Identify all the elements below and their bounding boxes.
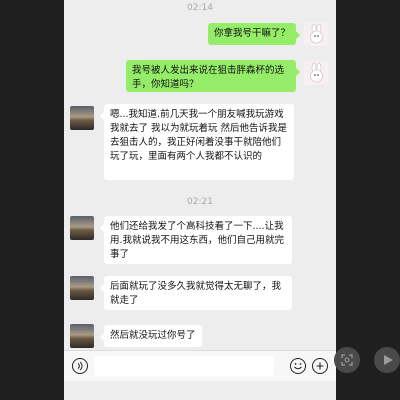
message-row: 后面就玩了没多久我就觉得太无聊了，我就走了 [64,274,336,314]
message-bubble[interactable]: 他们还给我发了个高科技看了一下....让我用.我就说我不用这东西，他们自己用就完… [100,216,292,264]
self-avatar[interactable] [304,22,328,46]
contact-avatar[interactable] [70,216,94,240]
plus-icon[interactable] [312,358,328,374]
self-avatar[interactable] [304,61,328,85]
message-row: 他们还给我发了个高科技看了一下....让我用.我就说我不用这东西，他们自己用就完… [64,214,336,266]
play-icon[interactable] [374,347,400,373]
scan-icon[interactable] [334,347,360,373]
message-row: 你拿我号干嘛了？ [64,20,336,48]
message-bubble[interactable]: 我号被人发出来说在狙击胖森杯的选手，你知道吗？ [126,60,300,92]
contact-avatar[interactable] [70,324,94,348]
timestamp: 02:21 [187,197,213,207]
contact-avatar[interactable] [70,106,94,130]
message-bubble[interactable]: 你拿我号干嘛了？ [207,23,301,45]
message-row: 嗯...我知道.前几天我一个朋友喊我玩游戏我就去了 我以为就玩着玩 然后他告诉我… [64,104,336,184]
timestamp: 02:14 [187,3,213,13]
emoji-icon[interactable] [290,358,306,374]
message-bubble[interactable]: 后面就玩了没多久我就觉得太无聊了，我就走了 [100,276,292,310]
message-bubble[interactable]: 然后就没玩过你号了 [100,325,202,347]
message-input[interactable] [94,356,274,376]
voice-icon[interactable] [72,358,88,374]
message-row: 然后就没玩过你号了 [64,322,336,348]
message-bubble[interactable]: 嗯...我知道.前几天我一个朋友喊我玩游戏我就去了 我以为就玩着玩 然后他告诉我… [100,104,294,180]
contact-avatar[interactable] [70,276,94,300]
chat-window: 02:14 你拿我号干嘛了？ 我号被人发出来说在狙击胖森杯的选手，你知道吗？ 嗯… [64,0,336,400]
message-row: 我号被人发出来说在狙击胖森杯的选手，你知道吗？ [64,58,336,94]
input-bar [64,350,336,381]
